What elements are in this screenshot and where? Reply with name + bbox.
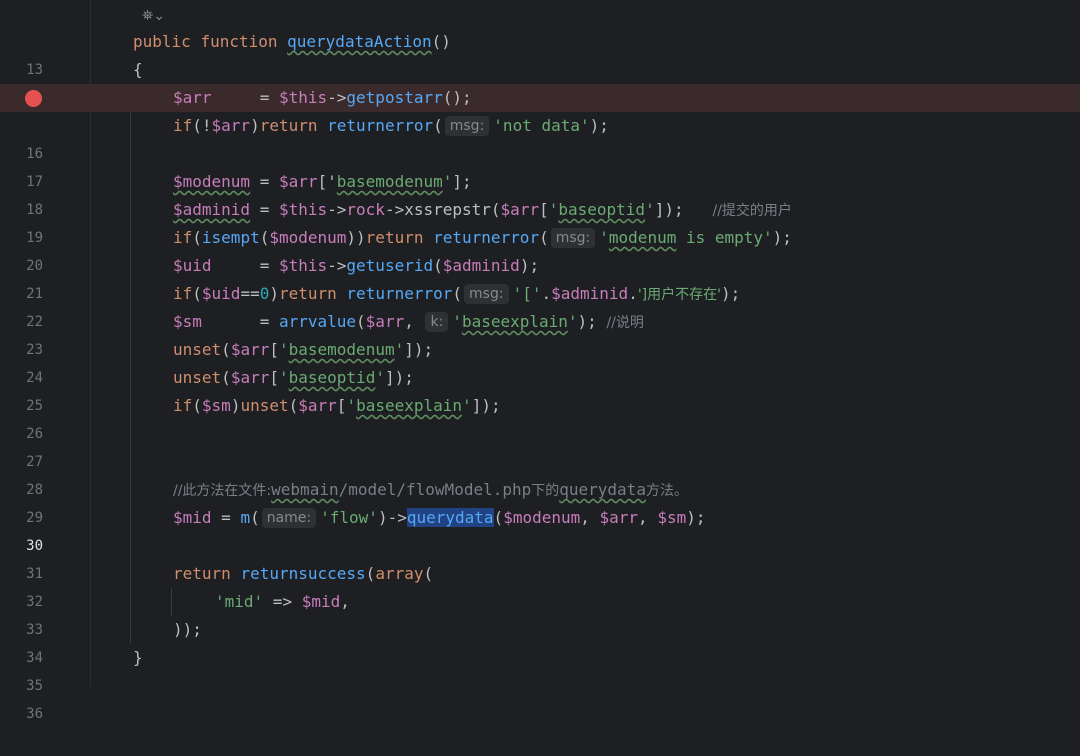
code-text: }: [133, 648, 143, 667]
breakpoint-icon[interactable]: [25, 90, 42, 107]
code-text: if(isempt($modenum))return returnerror(m…: [173, 228, 792, 248]
code-line-17[interactable]: 17: [0, 140, 1080, 190]
code-line-13[interactable]: 13 public function querydataAction(): [0, 28, 1080, 78]
code-line-22[interactable]: 22 if($uid==0)return returnerror(msg: '['…: [0, 280, 1080, 330]
author-hint-icon[interactable]: ⛯⌄: [142, 8, 165, 24]
code-text: $uid = $this->getuserid($adminid);: [173, 256, 540, 275]
param-hint: msg:: [444, 116, 490, 136]
code-text: if($sm)unset($arr['baseexplain']);: [173, 396, 501, 415]
code-text: ));: [173, 620, 202, 639]
code-line-33[interactable]: 33 'mid' => $mid,: [0, 588, 1080, 638]
code-text: $modenum = $arr['basemodenum'];: [173, 172, 472, 191]
code-text: $mid = m(name:'flow')->querydata($modenu…: [173, 508, 706, 528]
code-line-30[interactable]: 30 $mid = m(name:'flow')->querydata($mod…: [0, 504, 1080, 554]
code-text: {: [133, 60, 143, 79]
code-line-16[interactable]: 16 if(!$arr)return returnerror(msg:'not …: [0, 112, 1080, 162]
param-hint: msg:: [464, 284, 509, 304]
code-text: $sm = arrvalue($arr, k:'baseexplain'); /…: [173, 312, 644, 332]
code-line-18[interactable]: 18 $modenum = $arr['basemodenum'];: [0, 168, 1080, 218]
code-line-31[interactable]: 31: [0, 532, 1080, 582]
code-text: $arr = $this->getpostarr();: [173, 88, 472, 107]
code-line-23[interactable]: 23 $sm = arrvalue($arr, k:'baseexplain')…: [0, 308, 1080, 358]
code-line-35[interactable]: 35 }: [0, 644, 1080, 694]
code-text: $adminid = $this->rock->xssrepstr($arr['…: [173, 200, 792, 219]
param-hint: k:: [425, 312, 449, 332]
code-text: //此方法在文件:webmain/model/flowModel.php下的qu…: [173, 480, 688, 499]
line-number: 36: [26, 706, 43, 722]
code-text: if(!$arr)return returnerror(msg:'not dat…: [173, 116, 609, 136]
code-text: return returnsuccess(array(: [173, 564, 434, 583]
code-line-20[interactable]: 20 if(isempt($modenum))return returnerro…: [0, 224, 1080, 274]
selected-text: querydata: [406, 508, 494, 527]
code-line-28[interactable]: 28: [0, 448, 1080, 498]
code-line-15[interactable]: $arr = $this->getpostarr();: [0, 84, 1080, 112]
code-text: public function querydataAction(): [133, 32, 451, 51]
param-hint: msg:: [550, 228, 596, 248]
code-line-32[interactable]: 32 return returnsuccess(array(: [0, 560, 1080, 610]
code-line-36[interactable]: 36: [0, 672, 1080, 722]
code-line-24[interactable]: 24 unset($arr['basemodenum']);: [0, 336, 1080, 386]
code-line-29[interactable]: 29 //此方法在文件:webmain/model/flowModel.php下…: [0, 476, 1080, 526]
code-line-21[interactable]: 21 $uid = $this->getuserid($adminid);: [0, 252, 1080, 302]
code-editor[interactable]: ⛯⌄ 13 public function querydataAction() …: [0, 0, 1080, 722]
code-text: unset($arr['basemodenum']);: [173, 340, 434, 359]
code-text: if($uid==0)return returnerror(msg: '['.$a…: [173, 284, 741, 304]
param-hint: name:: [261, 508, 317, 528]
code-line-19[interactable]: 19 $adminid = $this->rock->xssrepstr($ar…: [0, 196, 1080, 246]
code-line-14[interactable]: 14 {: [0, 56, 1080, 106]
code-line-26[interactable]: 26 if($sm)unset($arr['baseexplain']);: [0, 392, 1080, 442]
code-text: unset($arr['baseoptid']);: [173, 368, 414, 387]
code-line-34[interactable]: 34 ));: [0, 616, 1080, 666]
code-line-25[interactable]: 25 unset($arr['baseoptid']);: [0, 364, 1080, 414]
code-text: 'mid' => $mid,: [215, 592, 350, 611]
code-line-27[interactable]: 27: [0, 420, 1080, 470]
